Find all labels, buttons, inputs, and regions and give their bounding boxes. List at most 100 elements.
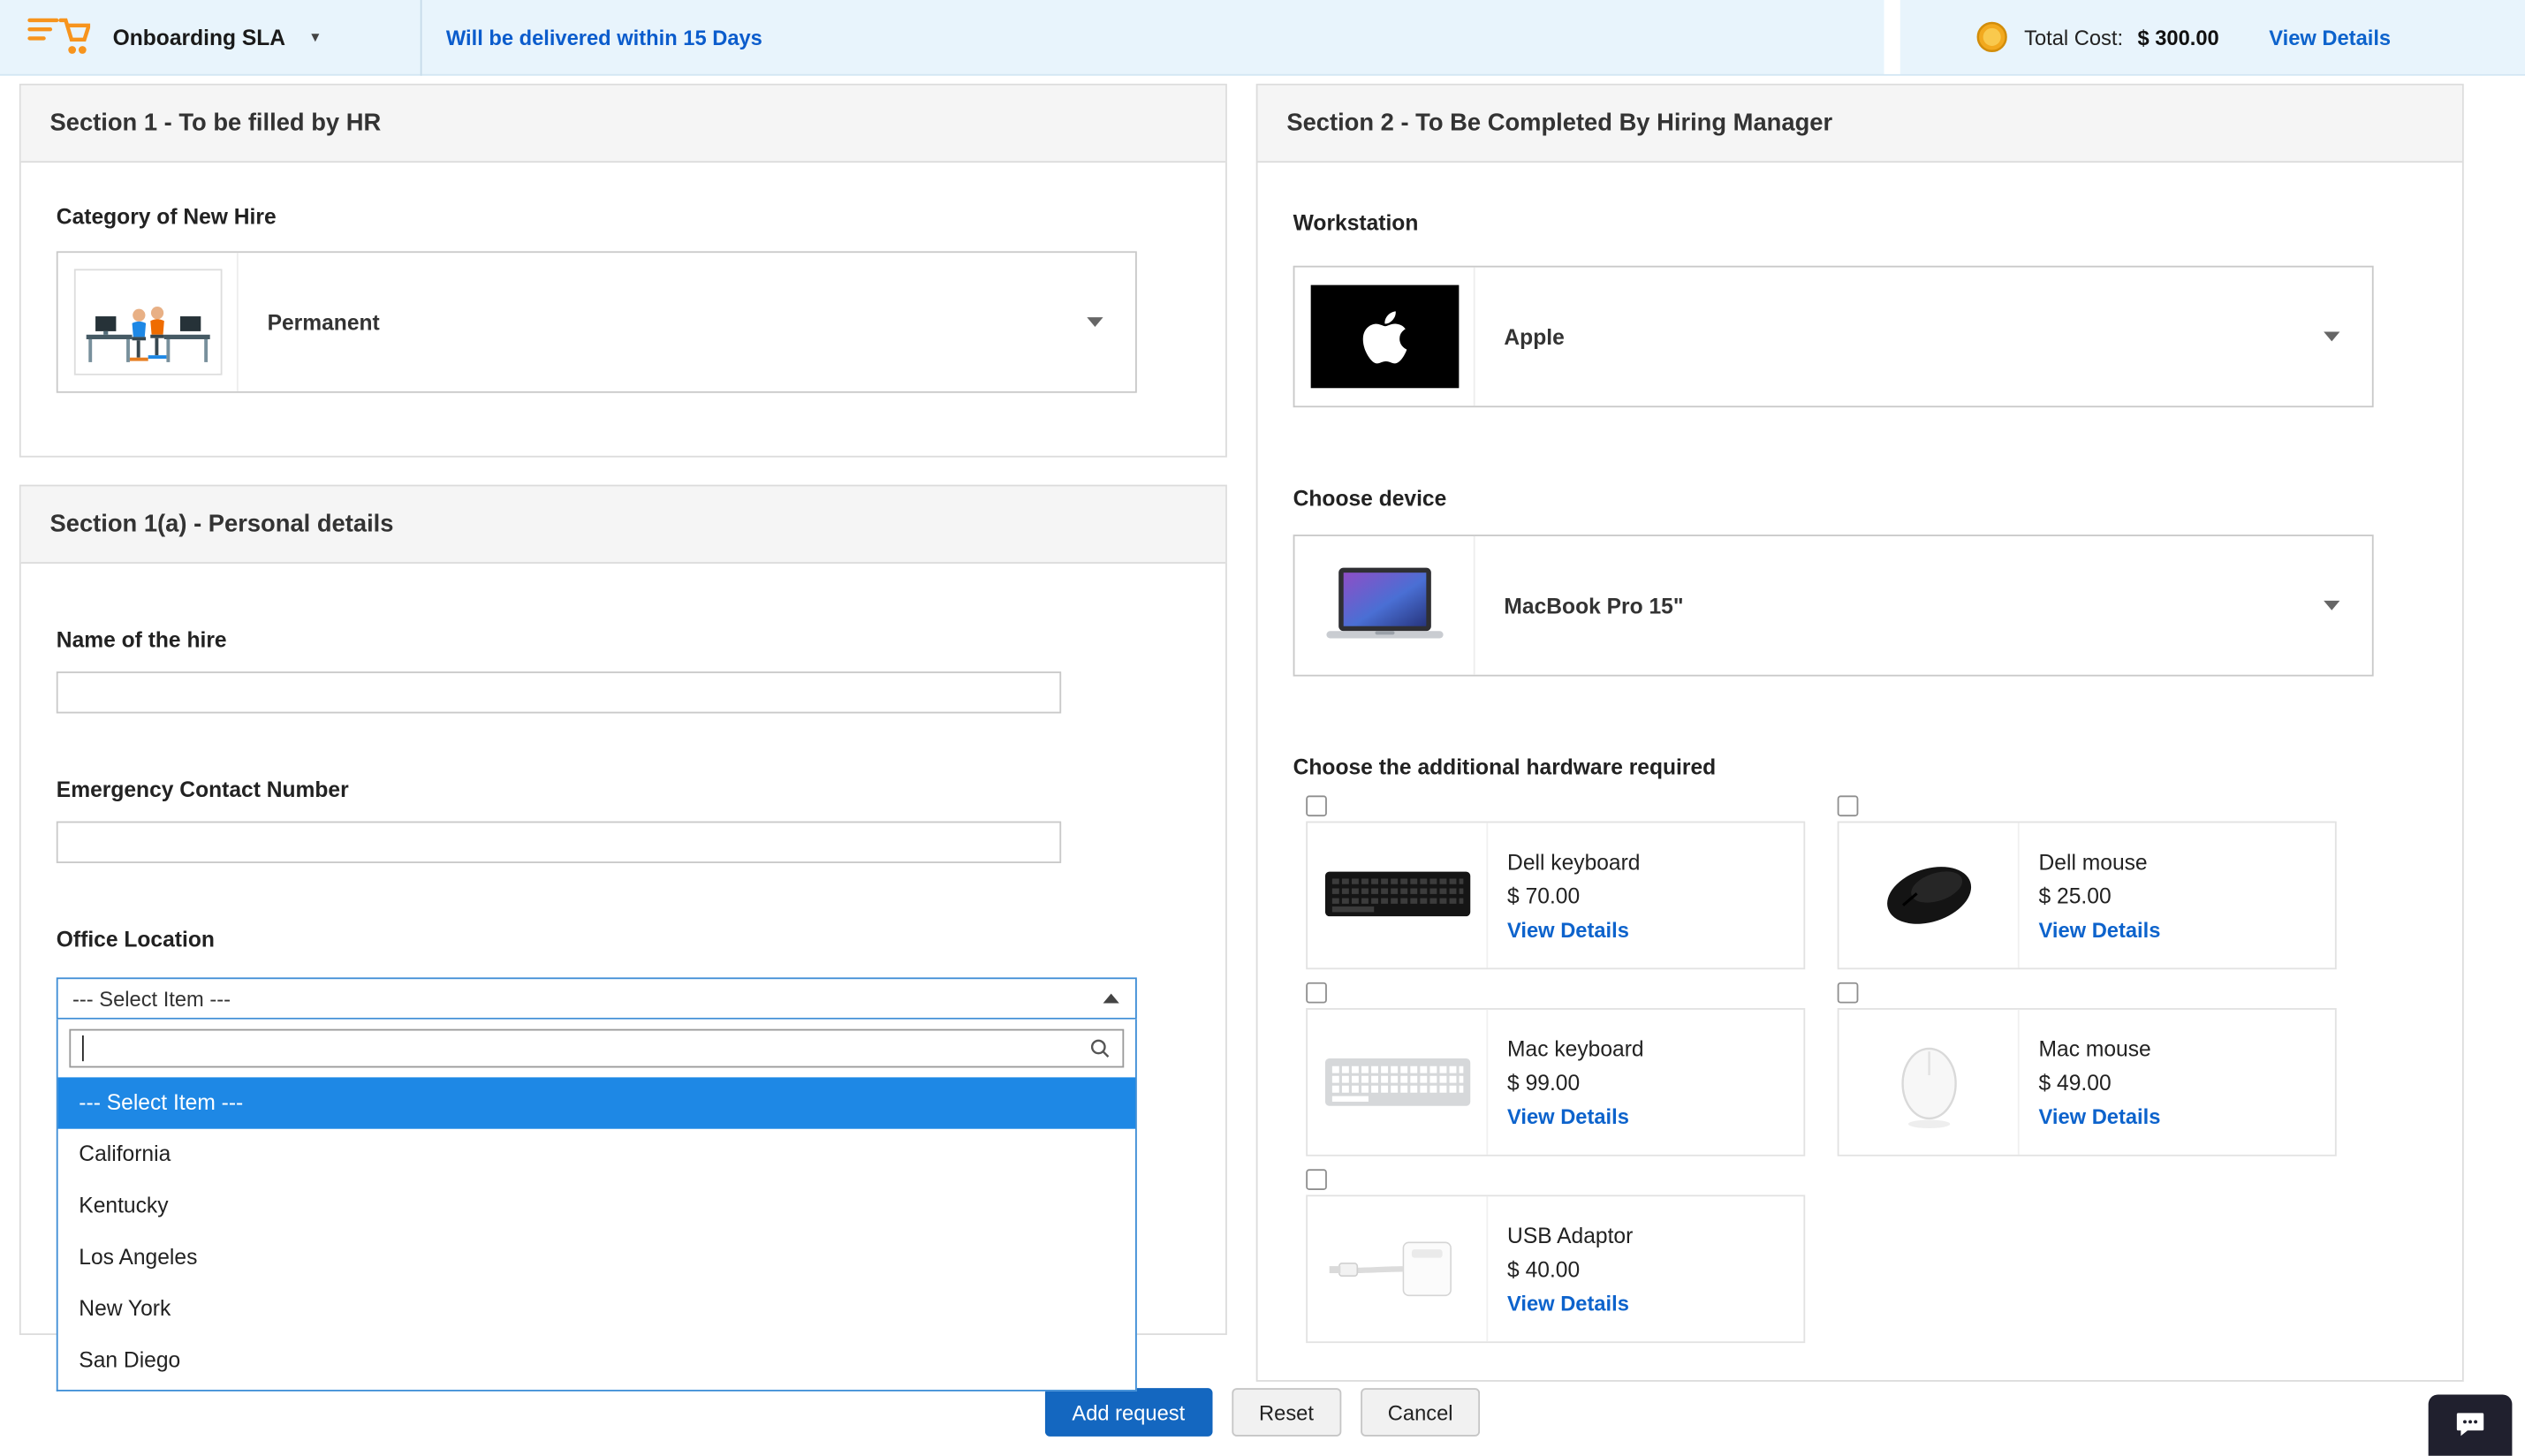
total-cost-label: Total Cost: [2024,25,2123,49]
hardware-card: Mac mouse $ 49.00 View Details [1838,1008,2337,1156]
chevron-down-icon [1087,317,1103,327]
office-location-selected[interactable]: --- Select Item --- [57,977,1137,1019]
workstation-select[interactable]: Apple [1293,266,2374,407]
hardware-view-details-link[interactable]: View Details [1507,917,1629,941]
total-cost-value: $ 300.00 [2137,25,2218,49]
top-bar: Onboarding SLA ▾ Will be delivered withi… [0,0,2525,76]
hardware-image [1839,823,2020,967]
order-cart-icon [26,11,90,63]
hardware-item: Dell mouse $ 25.00 View Details [1838,795,2337,969]
section-1-header: Section 1 - To be filled by HR [21,86,1225,163]
add-request-button[interactable]: Add request [1044,1388,1212,1437]
hardware-item: Mac mouse $ 49.00 View Details [1838,982,2337,1156]
search-icon [1088,1037,1111,1060]
chevron-up-icon [1103,994,1119,1004]
hardware-price: $ 40.00 [1507,1257,1633,1281]
hardware-view-details-link[interactable]: View Details [1507,1103,1629,1127]
hardware-name: Dell keyboard [1507,849,1640,873]
hardware-item: USB Adaptor $ 40.00 View Details [1306,1169,1805,1343]
workstation-label: Workstation [1293,211,2427,235]
macbook-image [1308,550,1460,660]
dropdown-option[interactable]: Kentucky [58,1180,1135,1232]
hardware-card: Mac keyboard $ 99.00 View Details [1306,1008,1805,1156]
office-location-dropdown-panel: --- Select Item --- California Kentucky … [57,1020,1137,1392]
hardware-checkbox[interactable] [1306,982,1327,1004]
section-2-header: Section 2 - To Be Completed By Hiring Ma… [1258,86,2462,163]
hardware-view-details-link[interactable]: View Details [2039,1103,2161,1127]
dropdown-option[interactable]: Los Angeles [58,1232,1135,1283]
category-select[interactable]: Permanent [57,251,1137,392]
workstation-selected-value: Apple [1504,324,1564,348]
emergency-contact-label: Emergency Contact Number [57,777,1190,801]
hardware-view-details-link[interactable]: View Details [2039,917,2161,941]
device-selected-value: MacBook Pro 15" [1504,594,1683,618]
section-1a-header: Section 1(a) - Personal details [21,486,1225,563]
hardware-view-details-link[interactable]: View Details [1507,1291,1629,1315]
hardware-card: Dell mouse $ 25.00 View Details [1838,822,2337,970]
hardware-name: Dell mouse [2039,849,2161,873]
dropdown-option[interactable]: California [58,1129,1135,1180]
text-caret [82,1035,84,1061]
reset-button[interactable]: Reset [1232,1388,1341,1437]
hardware-price: $ 49.00 [2039,1070,2161,1094]
hardware-item: Mac keyboard $ 99.00 View Details [1306,982,1805,1156]
hardware-grid: Dell keyboard $ 70.00 View Details [1306,795,2427,1343]
total-cost-panel: Total Cost: $ 300.00 View Details [1884,0,2525,74]
section-1a-box: Section 1(a) - Personal details Name of … [19,485,1227,1335]
name-of-hire-label: Name of the hire [57,628,1190,652]
hardware-image [1839,1010,2020,1155]
screen: Onboarding SLA ▾ Will be delivered withi… [0,0,2525,1456]
item-title-dropdown-icon[interactable]: ▾ [311,28,319,46]
delivery-sla-note: Will be delivered within 15 Days [446,25,762,49]
hardware-name: Mac keyboard [1507,1036,1644,1060]
dropdown-option[interactable]: San Diego [58,1335,1135,1386]
hardware-name: Mac mouse [2039,1036,2161,1060]
hardware-price: $ 99.00 [1507,1070,1644,1094]
hardware-image [1308,823,1488,967]
section-2-box: Section 2 - To Be Completed By Hiring Ma… [1256,84,2464,1382]
dropdown-search-input[interactable] [69,1029,1124,1068]
office-location-label: Office Location [57,928,1190,952]
section-1-box: Section 1 - To be filled by HR Category … [19,84,1227,458]
item-header: Onboarding SLA ▾ [0,11,421,63]
choose-device-label: Choose device [1293,486,2427,510]
dropdown-option[interactable]: New York [58,1284,1135,1335]
hardware-image [1308,1196,1488,1341]
hardware-checkbox[interactable] [1306,795,1327,816]
category-label: Category of New Hire [57,204,1190,228]
hardware-price: $ 70.00 [1507,883,1640,907]
chevron-down-icon [2324,601,2339,610]
dropdown-options: --- Select Item --- California Kentucky … [58,1077,1135,1390]
cancel-button[interactable]: Cancel [1361,1388,1481,1437]
additional-hardware-label: Choose the additional hardware required [1293,755,2427,779]
device-select[interactable]: MacBook Pro 15" [1293,535,2374,676]
category-permanent-image [73,269,222,375]
office-location-dropdown: --- Select Item --- [57,977,1137,1019]
dropdown-option[interactable]: --- Select Item --- [58,1077,1135,1128]
hardware-name: USB Adaptor [1507,1223,1633,1247]
name-of-hire-input[interactable] [57,671,1061,713]
topbar-divider [421,0,422,75]
total-cost-view-details-link[interactable]: View Details [2269,25,2391,49]
hardware-checkbox[interactable] [1306,1169,1327,1190]
form-actions: Add request Reset Cancel [0,1388,2525,1437]
hardware-image [1308,1010,1488,1155]
hardware-card: USB Adaptor $ 40.00 View Details [1306,1194,1805,1343]
office-location-selected-text: --- Select Item --- [72,986,231,1010]
left-column: Section 1 - To be filled by HR Category … [19,84,1227,1335]
right-column: Section 2 - To Be Completed By Hiring Ma… [1256,84,2464,1382]
hardware-card: Dell keyboard $ 70.00 View Details [1306,822,1805,970]
hardware-checkbox[interactable] [1838,982,1859,1004]
chevron-down-icon [2324,331,2339,341]
coin-icon [1975,19,2010,55]
hardware-item: Dell keyboard $ 70.00 View Details [1306,795,1805,969]
catalog-order-form: Onboarding SLA ▾ Will be delivered withi… [0,0,2525,1456]
chat-bubble-icon [2453,1409,2488,1441]
chat-button[interactable] [2429,1394,2513,1455]
emergency-contact-input[interactable] [57,822,1061,863]
category-selected-value: Permanent [268,310,380,334]
apple-logo [1310,285,1459,389]
hardware-price: $ 25.00 [2039,883,2161,907]
hardware-checkbox[interactable] [1838,795,1859,816]
item-title: Onboarding SLA [113,25,285,49]
